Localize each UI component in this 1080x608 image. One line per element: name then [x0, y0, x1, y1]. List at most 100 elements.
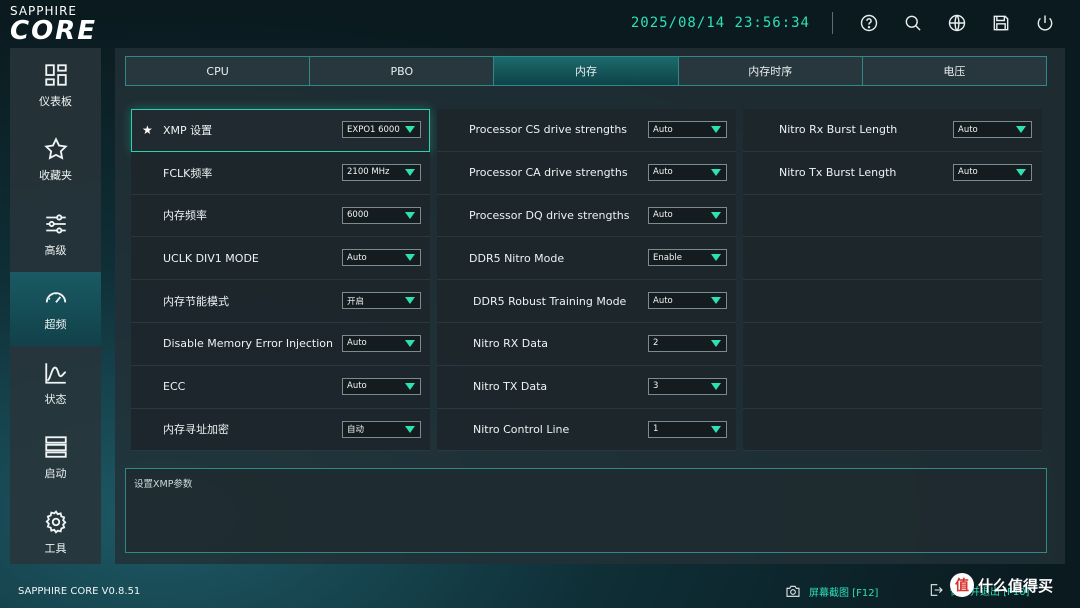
setting-select[interactable]: Auto [953, 121, 1032, 138]
setting-select[interactable]: EXPO1 6000 [342, 121, 421, 138]
select-value: 6000 [347, 210, 369, 221]
setting-row[interactable]: Nitro Control Line 1 [437, 408, 736, 452]
tab-cpu[interactable]: CPU [126, 57, 311, 85]
settings-column-2: Processor CS drive strengths Auto Proces… [437, 109, 736, 452]
setting-label: 内存寻址加密 [163, 423, 229, 437]
help-icon[interactable] [858, 12, 880, 34]
setting-row[interactable]: Processor CS drive strengths Auto [437, 109, 736, 152]
globe-icon[interactable] [946, 12, 968, 34]
favorite-star-icon[interactable]: ★ [142, 123, 153, 137]
setting-select[interactable]: Auto [648, 163, 727, 181]
search-icon[interactable] [902, 12, 924, 34]
setting-row[interactable]: Nitro Rx Burst Length Auto [743, 109, 1042, 152]
settings-column-1: ★ XMP 设置 EXPO1 6000 FCLK频率 2100 MHz 内存频率… [131, 109, 430, 452]
setting-row[interactable]: Processor DQ drive strengths Auto [437, 194, 736, 238]
sliders-icon [45, 214, 66, 234]
select-value: Auto [347, 381, 367, 392]
sidebar-item-dashboard[interactable]: 仪表板 [10, 48, 101, 123]
datetime-display: 2025/08/14 23:56:34 [630, 15, 810, 31]
dropdown-arrow-icon [405, 339, 415, 347]
setting-row[interactable]: Nitro RX Data 2 [437, 322, 736, 366]
screenshot-button[interactable]: 屏幕截图 [F12] [785, 583, 878, 599]
tab-bar: CPU PBO 内存 内存时序 电压 [125, 56, 1047, 86]
sidebar-item-label: 启动 [44, 467, 67, 481]
chart-icon [44, 363, 66, 384]
sidebar-item-label: 工具 [44, 541, 67, 555]
setting-select[interactable]: 2 [648, 334, 727, 352]
dropdown-arrow-icon [711, 382, 721, 390]
tab-memory[interactable]: 内存 [494, 57, 679, 85]
logo-product: CORE [10, 16, 97, 46]
sidebar-item-tools[interactable]: 工具 [10, 495, 101, 570]
main-panel: CPU PBO 内存 内存时序 电压 ★ XMP 设置 EXPO1 6000 F… [115, 48, 1065, 564]
description-text: 设置XMP参数 [134, 479, 193, 490]
select-value: Auto [958, 124, 978, 135]
setting-label: Nitro TX Data [473, 380, 548, 394]
sidebar-item-boot[interactable]: 启动 [10, 421, 101, 496]
setting-row[interactable]: Disable Memory Error Injection Auto [131, 322, 430, 366]
setting-select[interactable]: Auto [342, 377, 421, 395]
setting-row[interactable]: Nitro TX Data 3 [437, 365, 736, 409]
star-icon [43, 137, 68, 160]
setting-select[interactable]: Auto [342, 334, 421, 352]
setting-select[interactable]: Enable [648, 249, 727, 267]
setting-select[interactable]: 自动 [342, 420, 421, 438]
tab-memory-timing[interactable]: 内存时序 [678, 57, 863, 85]
dropdown-arrow-icon [405, 297, 415, 305]
setting-select[interactable]: 3 [648, 377, 727, 395]
select-value: Enable [653, 252, 682, 263]
setting-row[interactable]: 内存节能模式 开启 [131, 280, 430, 323]
dropdown-arrow-icon [711, 168, 721, 176]
setting-select[interactable]: 1 [648, 420, 727, 438]
settings-column-3: Nitro Rx Burst Length Auto Nitro Tx Burs… [743, 109, 1042, 452]
setting-select[interactable]: Auto [648, 206, 727, 224]
sidebar-item-label: 高级 [44, 243, 67, 257]
setting-select[interactable]: 6000 [342, 206, 421, 224]
setting-row[interactable]: FCLK频率 2100 MHz [131, 151, 430, 195]
sidebar-item-status[interactable]: 状态 [10, 346, 101, 421]
setting-row[interactable]: UCLK DIV1 MODE Auto [131, 237, 430, 281]
tab-voltage[interactable]: 电压 [862, 57, 1047, 85]
sidebar-item-favorites[interactable]: 收藏夹 [10, 123, 101, 198]
setting-label: FCLK频率 [163, 166, 213, 180]
empty-row [743, 280, 1042, 323]
dropdown-arrow-icon [711, 211, 721, 219]
setting-select[interactable]: Auto [953, 163, 1032, 181]
setting-row[interactable]: 内存寻址加密 自动 [131, 408, 430, 452]
boot-list-icon [44, 436, 67, 458]
setting-select[interactable]: 2100 MHz [342, 163, 421, 181]
dashboard-icon [44, 64, 67, 86]
sidebar-item-overclock[interactable]: 超频 [10, 271, 101, 346]
dropdown-arrow-icon [1016, 126, 1026, 133]
setting-label: Nitro RX Data [473, 337, 549, 351]
setting-select[interactable]: Auto [648, 292, 727, 310]
setting-row[interactable]: ECC Auto [131, 365, 430, 409]
setting-row[interactable]: 内存频率 6000 [131, 194, 430, 238]
setting-row-xmp[interactable]: ★ XMP 设置 EXPO1 6000 [131, 109, 430, 152]
power-icon[interactable] [1034, 12, 1056, 34]
setting-label: Processor CS drive strengths [469, 123, 628, 137]
setting-row[interactable]: Nitro Tx Burst Length Auto [743, 151, 1042, 195]
setting-row[interactable]: DDR5 Nitro Mode Enable [437, 237, 736, 281]
setting-row[interactable]: DDR5 Robust Training Mode Auto [437, 280, 736, 323]
gear-icon [45, 510, 66, 534]
setting-row[interactable]: Processor CA drive strengths Auto [437, 151, 736, 195]
setting-label: 内存节能模式 [163, 295, 229, 309]
version-label: SAPPHIRE CORE V0.8.51 [18, 586, 141, 597]
setting-select[interactable]: 开启 [342, 292, 421, 310]
select-value: 1 [653, 424, 659, 435]
setting-label: ECC [163, 380, 186, 394]
setting-label: Nitro Tx Burst Length [779, 166, 897, 180]
sidebar-item-advanced[interactable]: 高级 [10, 197, 101, 272]
gauge-icon [45, 292, 66, 304]
dropdown-arrow-icon [711, 254, 721, 262]
select-value: 2 [653, 338, 659, 349]
setting-select[interactable]: Auto [342, 249, 421, 267]
save-icon[interactable] [990, 12, 1012, 34]
sidebar-item-label: 状态 [44, 392, 67, 406]
setting-select[interactable]: Auto [648, 121, 727, 138]
tab-pbo[interactable]: PBO [310, 57, 495, 85]
dropdown-arrow-icon [711, 126, 721, 133]
empty-row [743, 237, 1042, 281]
setting-label: Nitro Rx Burst Length [779, 123, 898, 137]
